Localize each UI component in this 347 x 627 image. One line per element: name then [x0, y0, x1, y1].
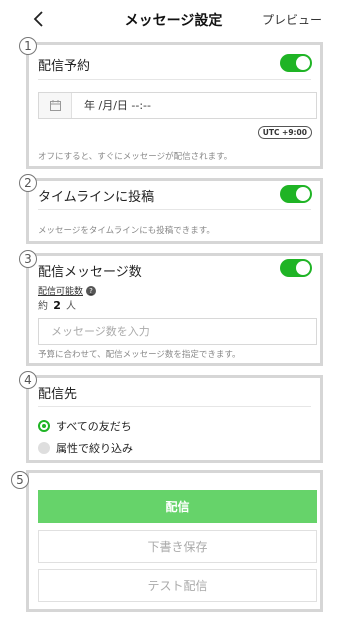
- timeline-help-text: メッセージをタイムラインにも投稿できます。: [38, 226, 215, 236]
- message-count-title: 配信メッセージ数: [38, 265, 142, 280]
- available-count-label[interactable]: 配信可能数 ?: [38, 284, 97, 297]
- save-draft-button[interactable]: 下書き保存: [38, 530, 317, 563]
- approx-label: 約: [38, 301, 48, 312]
- recipients-title: 配信先: [38, 387, 78, 402]
- radio-label: すべての友だち: [56, 420, 132, 433]
- schedule-date-field[interactable]: 年 /月/日 --:--: [38, 92, 317, 119]
- preview-link[interactable]: プレビュー: [262, 11, 322, 28]
- step-badge-3: 3: [19, 250, 37, 268]
- count-number: 2: [53, 299, 61, 312]
- count-unit: 人: [66, 301, 77, 312]
- available-count-text: 配信可能数: [38, 287, 84, 297]
- message-count-input[interactable]: [38, 318, 317, 345]
- timeline-title: タイムラインに投稿: [38, 190, 155, 205]
- date-value: 年 /月/日 --:--: [84, 99, 151, 112]
- timeline-section: タイムラインに投稿 メッセージをタイムラインにも投稿できます。: [26, 178, 323, 244]
- schedule-section: 配信予約 年 /月/日 --:-- UTC +9:00 オフにすると、すぐにメッ…: [26, 42, 323, 169]
- available-count-value: 約 2 人: [38, 297, 76, 312]
- radio-all-friends[interactable]: すべての友だち: [38, 418, 132, 434]
- question-icon[interactable]: ?: [86, 285, 97, 296]
- divider: [38, 406, 311, 407]
- calendar-button[interactable]: [39, 93, 72, 118]
- recipients-section: 配信先 すべての友だち 属性で絞り込み: [26, 375, 323, 463]
- message-count-section: 配信メッセージ数 配信可能数 ? 約 2 人 予算に合わせて、配信メッセージ数を…: [26, 253, 323, 366]
- step-badge-1: 1: [19, 37, 37, 55]
- schedule-title: 配信予約: [38, 59, 91, 74]
- radio-filter-attributes[interactable]: 属性で絞り込み: [38, 440, 133, 456]
- radio-unselected-icon: [38, 442, 50, 454]
- divider: [38, 79, 311, 80]
- timeline-toggle[interactable]: [280, 185, 312, 203]
- toggle-knob: [296, 187, 310, 201]
- step-badge-2: 2: [19, 174, 37, 192]
- actions-section: 配信 下書き保存 テスト配信: [26, 470, 323, 612]
- radio-label: 属性で絞り込み: [56, 442, 133, 455]
- toggle-knob: [296, 261, 310, 275]
- test-send-button[interactable]: テスト配信: [38, 569, 317, 602]
- message-count-help-text: 予算に合わせて、配信メッセージ数を指定できます。: [38, 350, 241, 360]
- radio-selected-icon: [38, 420, 50, 432]
- step-badge-4: 4: [19, 371, 37, 389]
- calendar-icon: [49, 100, 61, 111]
- timezone-badge: UTC +9:00: [257, 126, 312, 139]
- header-bar: メッセージ設定 プレビュー: [0, 0, 347, 38]
- send-button[interactable]: 配信: [38, 490, 317, 523]
- toggle-knob: [296, 56, 310, 70]
- message-count-toggle[interactable]: [280, 259, 312, 277]
- schedule-toggle[interactable]: [280, 54, 312, 72]
- divider: [38, 209, 311, 210]
- step-badge-5: 5: [11, 471, 29, 489]
- schedule-help-text: オフにすると、すぐにメッセージが配信されます。: [38, 152, 233, 162]
